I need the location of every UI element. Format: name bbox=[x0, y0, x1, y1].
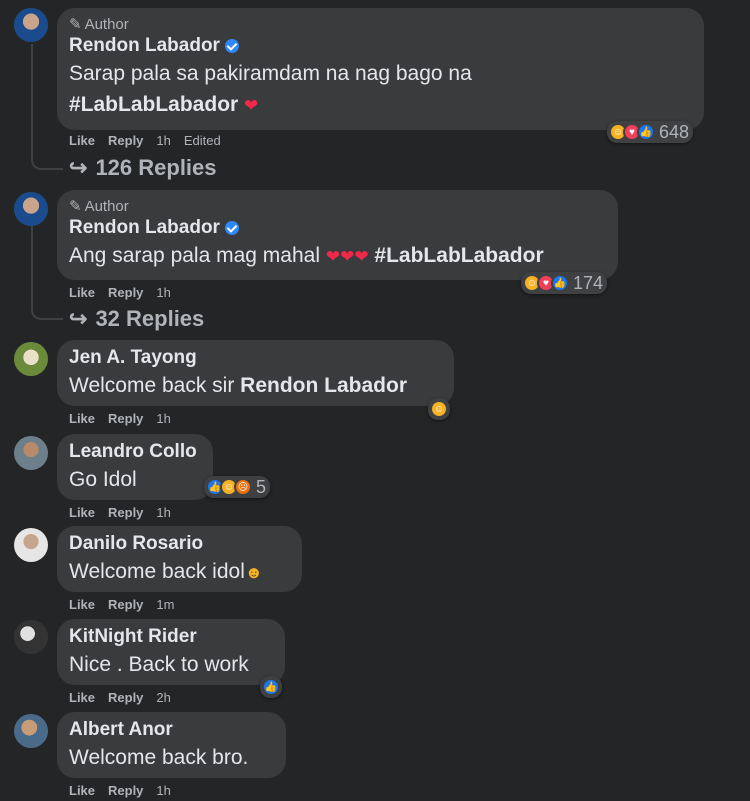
comment-text: Ang sarap pala mag mahal ❤❤❤ #LabLabLaba… bbox=[69, 244, 544, 267]
like-button[interactable]: Like bbox=[69, 411, 95, 426]
commenter-name[interactable]: Danilo Rosario bbox=[69, 532, 290, 556]
reply-button[interactable]: Reply bbox=[108, 285, 143, 300]
reply-button[interactable]: Reply bbox=[108, 411, 143, 426]
reactions-summary[interactable]: ☺ bbox=[428, 398, 450, 420]
reaction-count: 5 bbox=[256, 476, 267, 497]
hashtag-link[interactable]: #LabLabLabador bbox=[374, 244, 543, 267]
commenter-name[interactable]: KitNight Rider bbox=[69, 625, 273, 649]
comment-actions: Like Reply 1h Edited bbox=[69, 131, 221, 149]
timestamp[interactable]: 1m bbox=[156, 597, 174, 612]
avatar[interactable] bbox=[14, 620, 48, 654]
comment-bubble: Albert Anor Welcome back bro. bbox=[57, 712, 286, 778]
like-button[interactable]: Like bbox=[69, 783, 95, 798]
author-badge: ✎ Author bbox=[69, 197, 129, 216]
comment-bubble: KitNight Rider Nice . Back to work bbox=[57, 619, 285, 685]
thread-curve bbox=[31, 304, 63, 320]
comment-bubble: ✎ Author Rendon Labador Ang sarap pala m… bbox=[57, 190, 618, 280]
reply-button[interactable]: Reply bbox=[108, 597, 143, 612]
commenter-name[interactable]: Albert Anor bbox=[69, 718, 274, 742]
timestamp[interactable]: 1h bbox=[156, 783, 170, 798]
verified-badge-icon bbox=[224, 221, 239, 235]
like-button[interactable]: Like bbox=[69, 690, 95, 705]
comment-text: Sarap pala sa pakiramdam na nag bago na … bbox=[69, 62, 472, 116]
like-button[interactable]: Like bbox=[69, 597, 95, 612]
avatar[interactable] bbox=[14, 8, 48, 42]
heart-emoji-icon: ❤ bbox=[244, 96, 259, 115]
thread-curve bbox=[31, 154, 63, 170]
comment-text: Welcome back sir Rendon Labador bbox=[69, 374, 408, 397]
comment-actions: Like Reply 1h bbox=[69, 409, 171, 427]
reaction-count: 174 bbox=[573, 272, 604, 293]
comment-bubble: Jen A. Tayong Welcome back sir Rendon La… bbox=[57, 340, 454, 406]
reply-button[interactable]: Reply bbox=[108, 690, 143, 705]
comment-actions: Like Reply 1m bbox=[69, 595, 174, 613]
avatar[interactable] bbox=[14, 528, 48, 562]
view-replies-link[interactable]: ↪ 126 Replies bbox=[69, 154, 217, 182]
thread-line bbox=[31, 44, 33, 156]
comment-actions: Like Reply 2h bbox=[69, 688, 171, 706]
reactions-summary[interactable]: ☺ ♥ 👍 174 bbox=[521, 272, 608, 294]
timestamp[interactable]: 1h bbox=[156, 285, 170, 300]
angry-reaction-icon: ☹ bbox=[234, 478, 252, 496]
like-button[interactable]: Like bbox=[69, 505, 95, 520]
comment-text: Go Idol bbox=[69, 468, 137, 491]
timestamp[interactable]: 1h bbox=[156, 505, 170, 520]
comment-text: Nice . Back to work bbox=[69, 653, 249, 676]
comment-actions: Like Reply 1h bbox=[69, 781, 171, 799]
like-button[interactable]: Like bbox=[69, 133, 95, 148]
timestamp[interactable]: 1h bbox=[156, 411, 170, 426]
comment-bubble: Leandro Collo Go Idol bbox=[57, 434, 213, 500]
reply-button[interactable]: Reply bbox=[108, 783, 143, 798]
avatar[interactable] bbox=[14, 342, 48, 376]
reactions-summary[interactable]: ☺ ♥ 👍 648 bbox=[607, 121, 694, 143]
like-button[interactable]: Like bbox=[69, 285, 95, 300]
reaction-count: 648 bbox=[659, 121, 690, 142]
view-replies-link[interactable]: ↪ 32 Replies bbox=[69, 305, 204, 333]
comment-actions: Like Reply 1h bbox=[69, 503, 171, 521]
mention-link[interactable]: Rendon Labador bbox=[240, 374, 407, 397]
haha-reaction-icon: ☺ bbox=[430, 400, 448, 418]
commenter-name[interactable]: Jen A. Tayong bbox=[69, 346, 442, 370]
comment-text: Welcome back idol☻ bbox=[69, 560, 263, 583]
commenter-name[interactable]: Leandro Collo bbox=[69, 440, 201, 464]
author-badge: ✎ Author bbox=[69, 15, 129, 34]
reactions-summary[interactable]: 👍 ☺ ☹ 5 bbox=[204, 476, 271, 498]
commenter-name[interactable]: Rendon Labador bbox=[69, 34, 692, 58]
like-reaction-icon: 👍 bbox=[262, 678, 280, 696]
avatar[interactable] bbox=[14, 436, 48, 470]
avatar[interactable] bbox=[14, 192, 48, 226]
like-reaction-icon: 👍 bbox=[637, 123, 655, 141]
avatar[interactable] bbox=[14, 714, 48, 748]
reactions-summary[interactable]: 👍 bbox=[260, 676, 282, 698]
reply-button[interactable]: Reply bbox=[108, 133, 143, 148]
reply-button[interactable]: Reply bbox=[108, 505, 143, 520]
pencil-icon: ✎ bbox=[69, 16, 82, 33]
comment-text: Welcome back bro. bbox=[69, 746, 249, 769]
hearts-emoji-icon: ❤❤❤ bbox=[325, 247, 369, 266]
pencil-icon: ✎ bbox=[69, 198, 82, 215]
hashtag-link[interactable]: #LabLabLabador bbox=[69, 93, 238, 116]
verified-badge-icon bbox=[224, 39, 239, 53]
reply-arrow-icon: ↪ bbox=[69, 155, 88, 180]
comment-actions: Like Reply 1h bbox=[69, 283, 171, 301]
timestamp[interactable]: 2h bbox=[156, 690, 170, 705]
comment-bubble: ✎ Author Rendon Labador Sarap pala sa pa… bbox=[57, 8, 704, 130]
smile-emoji-icon: ☻ bbox=[244, 563, 263, 582]
timestamp[interactable]: 1h bbox=[156, 133, 170, 148]
like-reaction-icon: 👍 bbox=[551, 274, 569, 292]
edited-label: Edited bbox=[183, 132, 221, 148]
comment-bubble: Danilo Rosario Welcome back idol☻ bbox=[57, 526, 302, 592]
thread-line bbox=[31, 226, 33, 306]
commenter-name[interactable]: Rendon Labador bbox=[69, 216, 606, 240]
reply-arrow-icon: ↪ bbox=[69, 306, 88, 331]
